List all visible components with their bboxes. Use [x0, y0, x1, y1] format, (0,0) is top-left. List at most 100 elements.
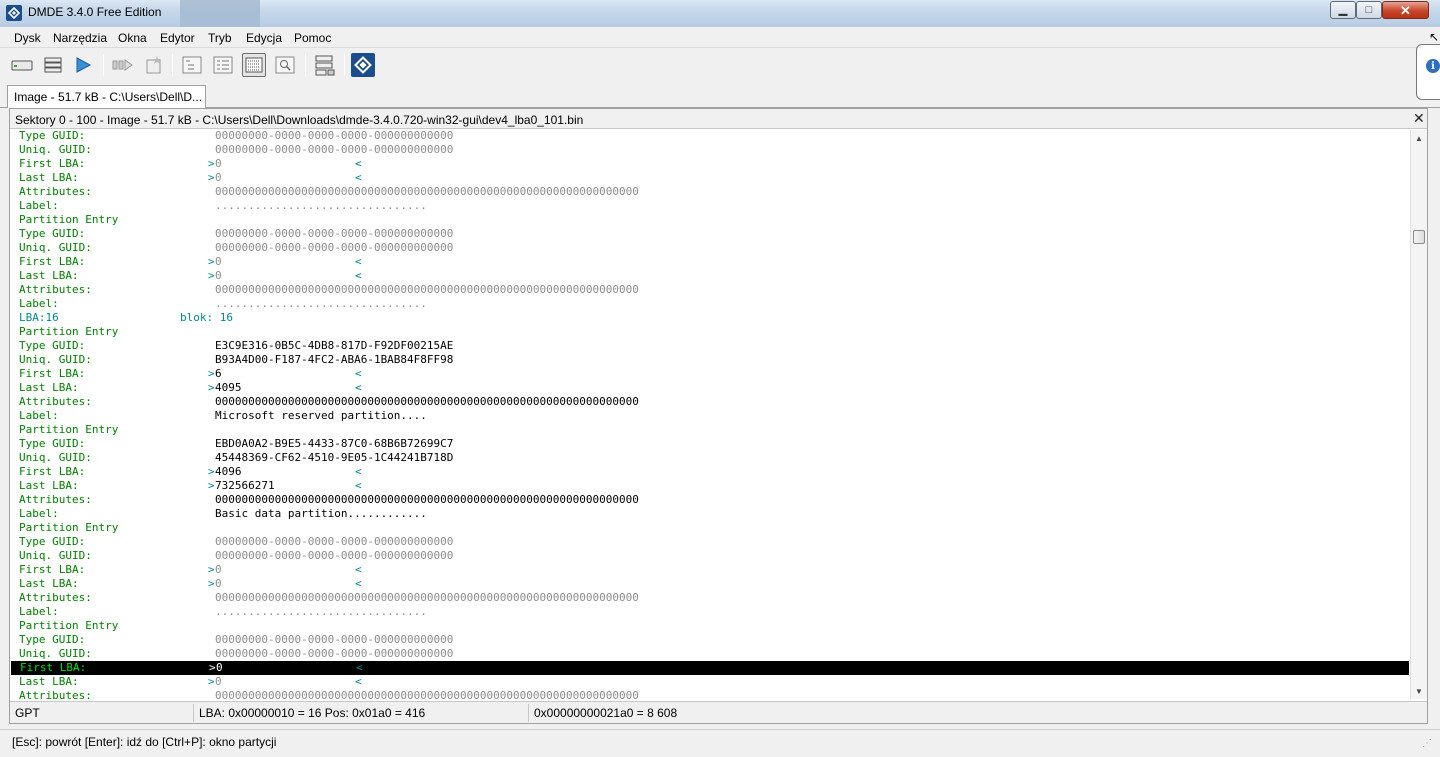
entry-line[interactable]: Partition Entry [10, 521, 1410, 535]
entry-line[interactable]: Attributes: 00000000000000000000000000000… [10, 689, 1410, 699]
entry-line[interactable]: Last LBA: > <732566271 [10, 479, 1410, 493]
field-value[interactable]: 0000000000000000000000000000000000000000… [215, 493, 639, 507]
maximize-button[interactable]: □ [1356, 1, 1382, 19]
field-value[interactable]: 00000000-0000-0000-0000-000000000000 [215, 633, 453, 647]
entry-line[interactable]: Type GUID: 00000000-0000-0000-0000-000000… [10, 535, 1410, 549]
drive-icon[interactable] [10, 53, 34, 77]
entry-line[interactable]: Uniq. GUID: B93A4D00-F187-4FC2-ABA6-1BAB8… [10, 353, 1410, 367]
entry-line[interactable]: First LBA: > <6 [10, 367, 1410, 381]
entry-line[interactable]: Uniq. GUID: 00000000-0000-0000-0000-00000… [10, 241, 1410, 255]
field-value[interactable]: 00000000-0000-0000-0000-000000000000 [215, 535, 453, 549]
entry-line[interactable]: Type GUID: 00000000-0000-0000-0000-000000… [10, 130, 1410, 143]
menu-okna[interactable]: Okna [118, 31, 147, 45]
entry-line[interactable]: Label: Microsoft reserved partition.... [10, 409, 1410, 423]
entry-line[interactable]: Attributes: 00000000000000000000000000000… [10, 493, 1410, 507]
entry-line[interactable]: Partition Entry [10, 325, 1410, 339]
field-value[interactable]: Microsoft reserved partition.... [215, 409, 427, 423]
list-view-icon[interactable] [211, 53, 235, 77]
field-value[interactable]: B93A4D00-F187-4FC2-ABA6-1BAB84F8FF98 [215, 353, 453, 367]
field-value[interactable]: EBD0A0A2-B9E5-4433-87C0-68B6B72699C7 [215, 437, 453, 451]
field-value[interactable]: 0000000000000000000000000000000000000000… [215, 185, 639, 199]
field-value[interactable]: 00000000-0000-0000-0000-000000000000 [215, 227, 453, 241]
field-value[interactable]: 0 [216, 661, 223, 675]
entry-line[interactable]: Type GUID: 00000000-0000-0000-0000-000000… [10, 227, 1410, 241]
field-value[interactable]: 00000000-0000-0000-0000-000000000000 [215, 130, 453, 143]
entry-line[interactable]: Last LBA: > <0 [10, 171, 1410, 185]
field-value[interactable]: 4095 [215, 381, 242, 395]
field-value[interactable]: 0000000000000000000000000000000000000000… [215, 395, 639, 409]
entry-line[interactable]: Label: Basic data partition............ [10, 507, 1410, 521]
entry-line[interactable]: Uniq. GUID: 00000000-0000-0000-0000-00000… [10, 549, 1410, 563]
entry-line[interactable]: First LBA: > <4096 [10, 465, 1410, 479]
entry-line[interactable]: Type GUID: 00000000-0000-0000-0000-000000… [10, 633, 1410, 647]
field-value[interactable]: E3C9E316-0B5C-4DB8-817D-F92DF00215AE [215, 339, 453, 353]
entry-line[interactable]: Partition Entry [10, 423, 1410, 437]
play-icon[interactable] [71, 53, 95, 77]
field-value[interactable]: 00000000-0000-0000-0000-000000000000 [215, 647, 453, 661]
partitions-icon[interactable] [313, 53, 337, 77]
tree-view-icon[interactable] [180, 53, 204, 77]
search-view-icon[interactable] [273, 53, 297, 77]
field-value[interactable]: 0000000000000000000000000000000000000000… [215, 283, 639, 297]
menu-edycja[interactable]: Edycja [246, 31, 282, 45]
tab-image[interactable]: Image - 51.7 kB - C:\Users\Dell\D... [7, 85, 206, 108]
field-value[interactable]: 0000000000000000000000000000000000000000… [215, 591, 639, 605]
entry-line[interactable]: Type GUID: EBD0A0A2-B9E5-4433-87C0-68B6B7… [10, 437, 1410, 451]
field-value[interactable]: 0 [215, 269, 222, 283]
field-value[interactable]: Basic data partition............ [215, 507, 427, 521]
entry-line[interactable]: Last LBA: > <0 [10, 577, 1410, 591]
title-bar[interactable]: DMDE 3.4.0 Free Edition ▁ □ ✕ [0, 0, 1440, 27]
field-value[interactable]: 0 [215, 563, 222, 577]
dmde-logo-icon[interactable] [351, 53, 375, 77]
entry-line[interactable]: Attributes: 00000000000000000000000000000… [10, 395, 1410, 409]
step-icon[interactable] [111, 53, 135, 77]
entry-line[interactable]: First LBA: > <0 [10, 563, 1410, 577]
field-value[interactable]: 45448369-CF62-4510-9E05-1C44241B718D [215, 451, 453, 465]
field-value[interactable]: 00000000-0000-0000-0000-000000000000 [215, 549, 453, 563]
entry-line[interactable]: Label:................................ [10, 297, 1410, 311]
entry-line[interactable]: Last LBA: > <0 [10, 269, 1410, 283]
menu-dysk[interactable]: Dysk [14, 31, 41, 45]
field-value[interactable]: ................................ [215, 297, 427, 311]
entry-line[interactable]: Last LBA: > <4095 [10, 381, 1410, 395]
list-icon[interactable] [41, 53, 65, 77]
gear-star-icon[interactable] [142, 53, 166, 77]
vertical-scrollbar[interactable]: ▲ ▼ [1410, 130, 1427, 699]
resize-grip-icon[interactable]: ⋰ [1422, 738, 1432, 749]
field-value[interactable]: 0 [215, 577, 222, 591]
close-button[interactable]: ✕ [1382, 1, 1429, 19]
menu-pomoc[interactable]: Pomoc [294, 31, 331, 45]
menu-tryb[interactable]: Tryb [208, 31, 232, 45]
selected-entry-line[interactable]: First LBA: > <0 [11, 661, 1409, 675]
entry-line[interactable]: Last LBA: > <0 [10, 675, 1410, 689]
scroll-up-icon[interactable]: ▲ [1411, 130, 1427, 146]
entry-line[interactable]: Label:................................ [10, 199, 1410, 213]
field-value[interactable]: 00000000-0000-0000-0000-000000000000 [215, 143, 453, 157]
entry-line[interactable]: LBA:16 blok: 16 [10, 311, 1410, 325]
field-value[interactable]: 4096 [215, 465, 242, 479]
menu-narzedzia[interactable]: Narzędzia [53, 31, 107, 45]
sector-view-icon[interactable] [242, 53, 266, 77]
entry-line[interactable]: Attributes: 00000000000000000000000000000… [10, 185, 1410, 199]
field-value[interactable]: 0000000000000000000000000000000000000000… [215, 689, 639, 699]
menu-edytor[interactable]: Edytor [160, 31, 195, 45]
gpt-entries-view[interactable]: Type GUID: 00000000-0000-0000-0000-000000… [10, 130, 1410, 699]
entry-line[interactable]: Type GUID: E3C9E316-0B5C-4DB8-817D-F92DF0… [10, 339, 1410, 353]
field-value[interactable]: 0 [215, 255, 222, 269]
field-value[interactable]: ................................ [215, 605, 427, 619]
entry-line[interactable]: Uniq. GUID: 00000000-0000-0000-0000-00000… [10, 143, 1410, 157]
info-icon[interactable]: i [1426, 59, 1440, 73]
entry-line[interactable]: Uniq. GUID: 00000000-0000-0000-0000-00000… [10, 647, 1410, 661]
entry-line[interactable]: First LBA: > <0 [10, 157, 1410, 171]
field-value[interactable]: 6 [215, 367, 222, 381]
entry-line[interactable]: Partition Entry [10, 619, 1410, 633]
field-value[interactable]: 0 [215, 157, 222, 171]
field-value[interactable]: 00000000-0000-0000-0000-000000000000 [215, 241, 453, 255]
entry-line[interactable]: Attributes: 00000000000000000000000000000… [10, 283, 1410, 297]
entry-line[interactable]: Attributes: 00000000000000000000000000000… [10, 591, 1410, 605]
scroll-down-icon[interactable]: ▼ [1411, 683, 1427, 699]
field-value[interactable]: 0 [215, 675, 222, 689]
minimize-button[interactable]: ▁ [1330, 1, 1356, 19]
entry-line[interactable]: Uniq. GUID: 45448369-CF62-4510-9E05-1C442… [10, 451, 1410, 465]
field-value[interactable]: ................................ [215, 199, 427, 213]
